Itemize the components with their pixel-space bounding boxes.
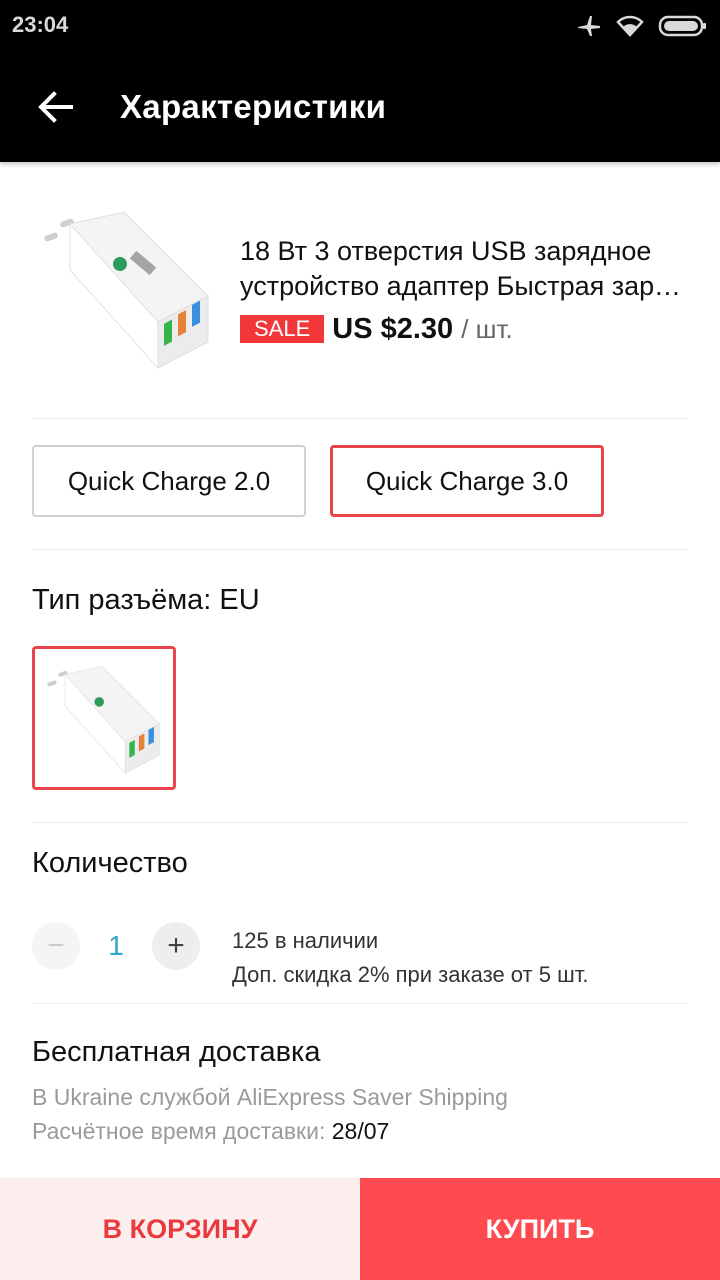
airplane-icon xyxy=(578,16,600,36)
arrow-left-icon xyxy=(38,91,73,123)
status-time: 23:04 xyxy=(12,12,69,37)
product-image xyxy=(32,200,222,375)
option-quick-charge-3[interactable]: Quick Charge 3.0 xyxy=(330,445,604,517)
app-toolbar: Характеристики xyxy=(0,52,720,162)
product-price: US $2.30 xyxy=(332,312,454,345)
in-stock-text: 125 в наличии xyxy=(232,928,379,953)
minus-icon: − xyxy=(47,929,65,962)
divider xyxy=(32,549,688,550)
option-label: Quick Charge 3.0 xyxy=(365,465,569,496)
status-bar: 23:04 xyxy=(0,0,720,52)
divider xyxy=(32,418,688,419)
battery-icon xyxy=(658,15,706,37)
shipping-eta-date: 28/07 xyxy=(331,1118,390,1144)
price-unit: / шт. xyxy=(461,313,513,344)
add-to-cart-button[interactable]: В КОРЗИНУ xyxy=(0,1178,360,1280)
add-to-cart-label: В КОРЗИНУ xyxy=(102,1213,258,1244)
shipping-eta-label: Расчётное время доставки: xyxy=(32,1118,326,1144)
plug-type-label: Тип разъёма: EU xyxy=(32,584,260,616)
wifi-icon xyxy=(616,15,644,37)
stock-info: 125 в наличии Доп. скидка 2% при заказе … xyxy=(232,924,588,992)
plug-type-option-eu[interactable] xyxy=(32,646,176,790)
quantity-value[interactable]: 1 xyxy=(96,930,136,962)
shipping-title: Бесплатная доставка xyxy=(32,1036,321,1068)
shipping-method-text: В Ukraine службой AliExpress Saver Shipp… xyxy=(32,1084,508,1110)
shipping-method: В Ukraine службой AliExpress Saver Shipp… xyxy=(32,1084,508,1111)
divider xyxy=(32,822,688,823)
option-quick-charge-2[interactable]: Quick Charge 2.0 xyxy=(32,445,306,517)
product-title: 18 Вт 3 отверстия USB зарядное устройств… xyxy=(240,234,690,304)
page-title: Характеристики xyxy=(120,88,387,125)
back-button[interactable] xyxy=(30,82,80,132)
quantity-increase-button[interactable]: + xyxy=(152,922,200,970)
price-row: SALE US $2.30 / шт. xyxy=(240,312,513,346)
plug-option-image xyxy=(47,665,160,774)
bottom-action-bar: В КОРЗИНУ КУПИТЬ xyxy=(0,1178,720,1280)
buy-now-button[interactable]: КУПИТЬ xyxy=(360,1178,720,1280)
product-title-line1: 18 Вт 3 отверстия USB зарядное xyxy=(240,236,652,266)
plus-icon: + xyxy=(167,929,185,962)
buy-now-label: КУПИТЬ xyxy=(485,1213,595,1244)
discount-text: Доп. скидка 2% при заказе от 5 шт. xyxy=(232,962,589,987)
divider xyxy=(32,1003,688,1004)
quantity-decrease-button[interactable]: − xyxy=(32,922,80,970)
option-label: Quick Charge 2.0 xyxy=(67,465,271,496)
shipping-eta: Расчётное время доставки: 28/07 xyxy=(32,1118,389,1145)
status-icons xyxy=(576,12,708,40)
product-title-line2: устройство адаптер Быстрая зарядка xyxy=(240,271,690,301)
quantity-label: Количество xyxy=(32,847,188,879)
sale-badge: SALE xyxy=(240,315,325,343)
